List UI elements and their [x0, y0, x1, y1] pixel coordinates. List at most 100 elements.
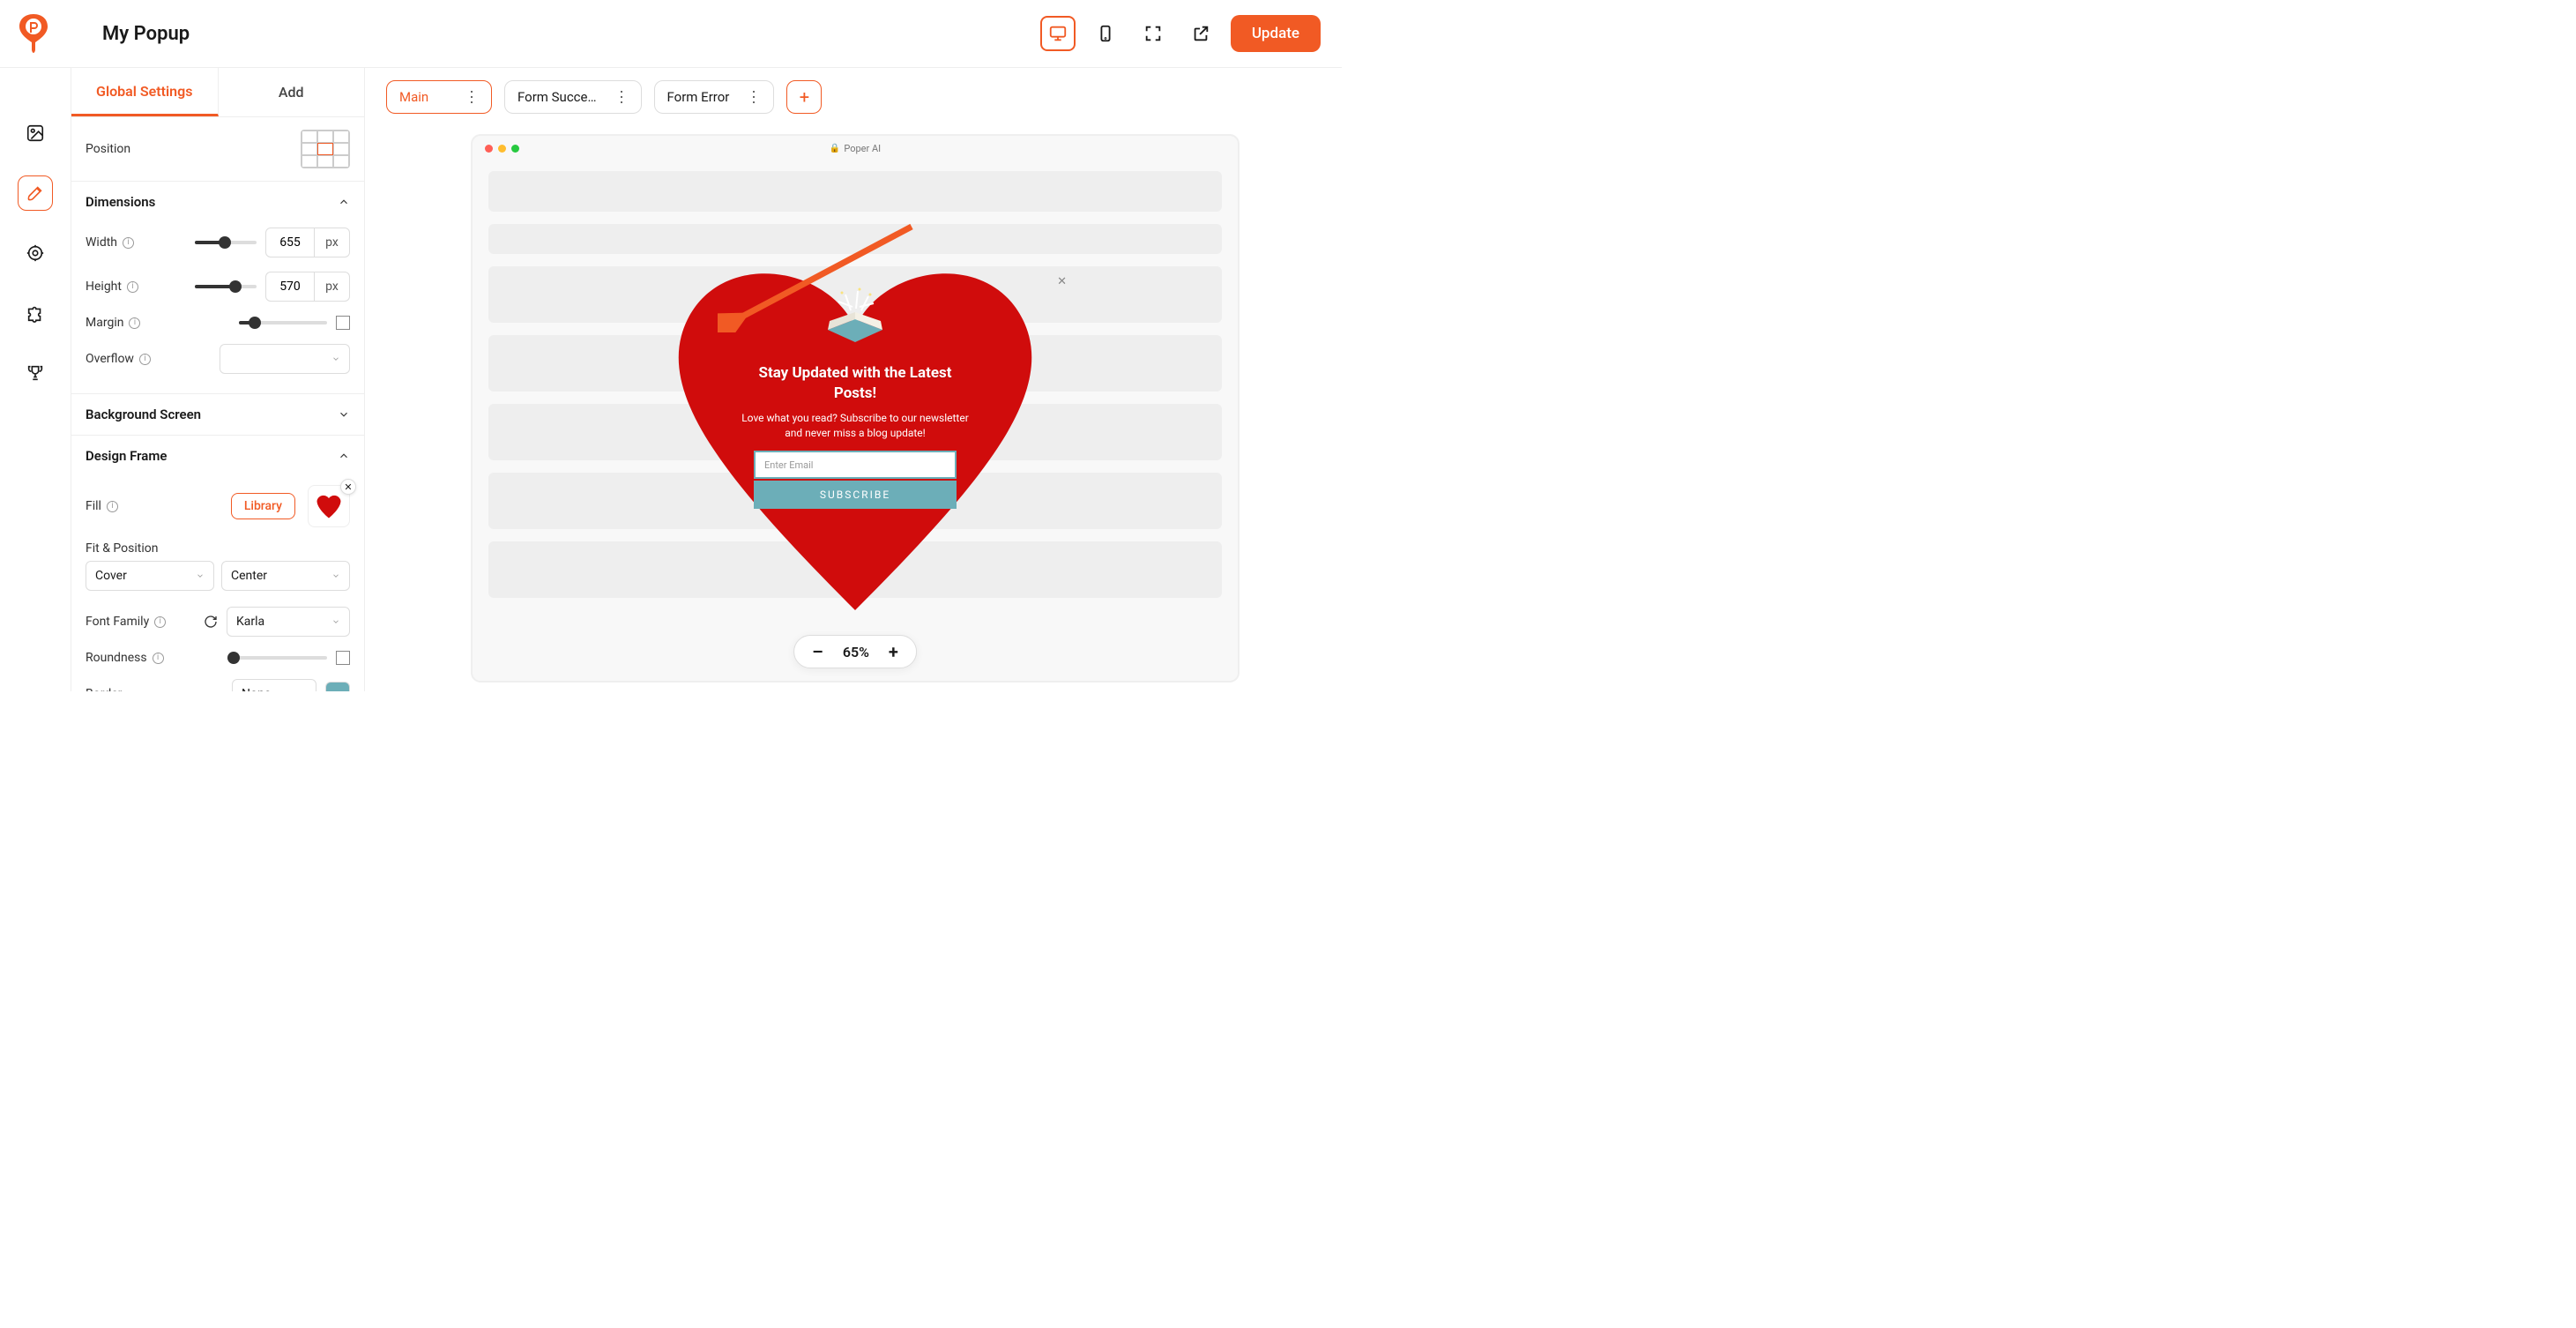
- fill-label: Fill: [86, 499, 101, 513]
- more-icon[interactable]: ⋯: [745, 89, 761, 105]
- popup-email-input[interactable]: Enter Email: [754, 451, 957, 479]
- position-label: Position: [86, 142, 130, 156]
- roundness-box-icon[interactable]: [336, 651, 350, 665]
- page-title: My Popup: [102, 23, 190, 45]
- chip-form-success[interactable]: Form Succe…⋯: [504, 80, 642, 114]
- section-design-frame: Design Frame Filli Library ✕ Fit & Posit…: [71, 436, 364, 691]
- margin-box-icon[interactable]: [336, 316, 350, 330]
- info-icon[interactable]: i: [154, 616, 166, 628]
- mobile-view-button[interactable]: [1088, 16, 1123, 51]
- overflow-row: Overflow i: [86, 337, 350, 381]
- position-select[interactable]: Center: [221, 561, 350, 591]
- dimensions-title: Dimensions: [86, 194, 155, 210]
- more-icon[interactable]: ⋯: [463, 89, 479, 105]
- margin-label: Margin: [86, 316, 123, 330]
- height-slider[interactable]: [195, 285, 257, 288]
- header-right: Update: [1040, 15, 1321, 52]
- fullscreen-button[interactable]: [1135, 16, 1171, 51]
- rail-image-icon[interactable]: [18, 116, 53, 151]
- header-left: My Popup: [18, 14, 190, 53]
- fill-heart-thumb[interactable]: ✕: [308, 485, 350, 527]
- height-input[interactable]: [265, 272, 315, 302]
- rail-trophy-icon[interactable]: [18, 355, 53, 391]
- refresh-icon[interactable]: [204, 615, 218, 629]
- main-layout: Global Settings Add Position Dimensions …: [0, 68, 1342, 691]
- height-unit[interactable]: px: [315, 272, 350, 302]
- fit-pos-selects: Cover Center: [86, 561, 350, 591]
- border-color-swatch[interactable]: [325, 682, 350, 691]
- design-frame-title: Design Frame: [86, 448, 167, 464]
- skeleton-row: [488, 224, 1222, 254]
- preview-frame: 🔒Poper AI ✕: [472, 135, 1239, 682]
- frame-content: ✕: [473, 160, 1238, 681]
- popup-content: Stay Updated with the Latest Posts! Love…: [741, 286, 970, 509]
- popup-title: Stay Updated with the Latest Posts!: [741, 363, 970, 404]
- settings-sidebar: Global Settings Add Position Dimensions …: [71, 68, 365, 691]
- info-icon[interactable]: i: [139, 354, 151, 365]
- roundness-row: Roundnessi: [86, 644, 350, 672]
- canvas-area: Main⋯ Form Succe…⋯ Form Error⋯ + 🔒Poper …: [365, 68, 1342, 691]
- zoom-in-button[interactable]: +: [889, 643, 898, 660]
- section-position: Position: [71, 117, 364, 182]
- zoom-out-button[interactable]: –: [812, 643, 823, 660]
- width-slider[interactable]: [195, 241, 257, 244]
- chevron-up-icon[interactable]: [338, 450, 350, 462]
- section-background-screen[interactable]: Background Screen: [71, 394, 364, 436]
- logo: [18, 14, 49, 53]
- height-row: Heighti px: [86, 265, 350, 309]
- rail-target-icon[interactable]: [18, 235, 53, 271]
- info-icon[interactable]: i: [123, 237, 134, 249]
- popup-subtitle: Love what you read? Subscribe to our new…: [741, 411, 970, 441]
- rail-puzzle-icon[interactable]: [18, 295, 53, 331]
- desktop-view-button[interactable]: [1040, 16, 1076, 51]
- rail-brush-icon[interactable]: [18, 175, 53, 211]
- chip-form-error[interactable]: Form Error⋯: [654, 80, 775, 114]
- overflow-select[interactable]: [220, 344, 350, 374]
- info-icon[interactable]: i: [153, 653, 164, 664]
- chip-main[interactable]: Main⋯: [386, 80, 492, 114]
- zoom-control: – 65% +: [793, 635, 917, 668]
- border-label: Border: [86, 687, 122, 691]
- remove-fill-button[interactable]: ✕: [340, 479, 356, 495]
- fit-select[interactable]: Cover: [86, 561, 214, 591]
- font-select[interactable]: Karla: [227, 607, 350, 637]
- font-row: Font Family i Karla: [86, 600, 350, 644]
- info-icon[interactable]: i: [127, 281, 138, 293]
- add-view-button[interactable]: +: [786, 80, 822, 114]
- overflow-label: Overflow: [86, 352, 134, 366]
- height-label: Height: [86, 280, 122, 294]
- position-grid[interactable]: [301, 130, 350, 168]
- library-button[interactable]: Library: [231, 493, 295, 519]
- width-input[interactable]: [265, 228, 315, 257]
- popup-subscribe-button[interactable]: SUBSCRIBE: [754, 481, 957, 509]
- chevron-up-icon[interactable]: [338, 196, 350, 208]
- fit-pos-label: Fit & Position: [86, 534, 350, 561]
- top-header: My Popup Update: [0, 0, 1342, 68]
- popup-close-icon[interactable]: ✕: [1057, 275, 1067, 288]
- popup-preview[interactable]: ✕: [652, 257, 1058, 637]
- margin-row: Margini: [86, 309, 350, 337]
- traffic-green-icon: [511, 145, 519, 153]
- browser-bar: 🔒Poper AI: [473, 136, 1238, 160]
- tab-add[interactable]: Add: [219, 68, 365, 116]
- bg-screen-title: Background Screen: [86, 407, 201, 422]
- traffic-yellow-icon: [498, 145, 506, 153]
- info-icon[interactable]: i: [129, 317, 140, 329]
- skeleton-row: [488, 171, 1222, 212]
- more-icon[interactable]: ⋯: [613, 89, 629, 105]
- border-row: Border None: [86, 672, 350, 691]
- font-family-label: Font Family: [86, 615, 149, 629]
- margin-slider[interactable]: [239, 321, 327, 325]
- roundness-slider[interactable]: [230, 656, 327, 660]
- chevron-down-icon: [338, 408, 350, 421]
- external-link-button[interactable]: [1183, 16, 1218, 51]
- border-select[interactable]: None: [232, 679, 316, 691]
- info-icon[interactable]: i: [107, 501, 118, 512]
- width-unit[interactable]: px: [315, 228, 350, 257]
- tab-global-settings[interactable]: Global Settings: [71, 68, 219, 116]
- sidebar-tabs: Global Settings Add: [71, 68, 364, 117]
- update-button[interactable]: Update: [1231, 15, 1321, 52]
- width-label: Width: [86, 235, 117, 250]
- lock-icon: 🔒: [830, 144, 840, 153]
- url-chip: 🔒Poper AI: [830, 143, 881, 154]
